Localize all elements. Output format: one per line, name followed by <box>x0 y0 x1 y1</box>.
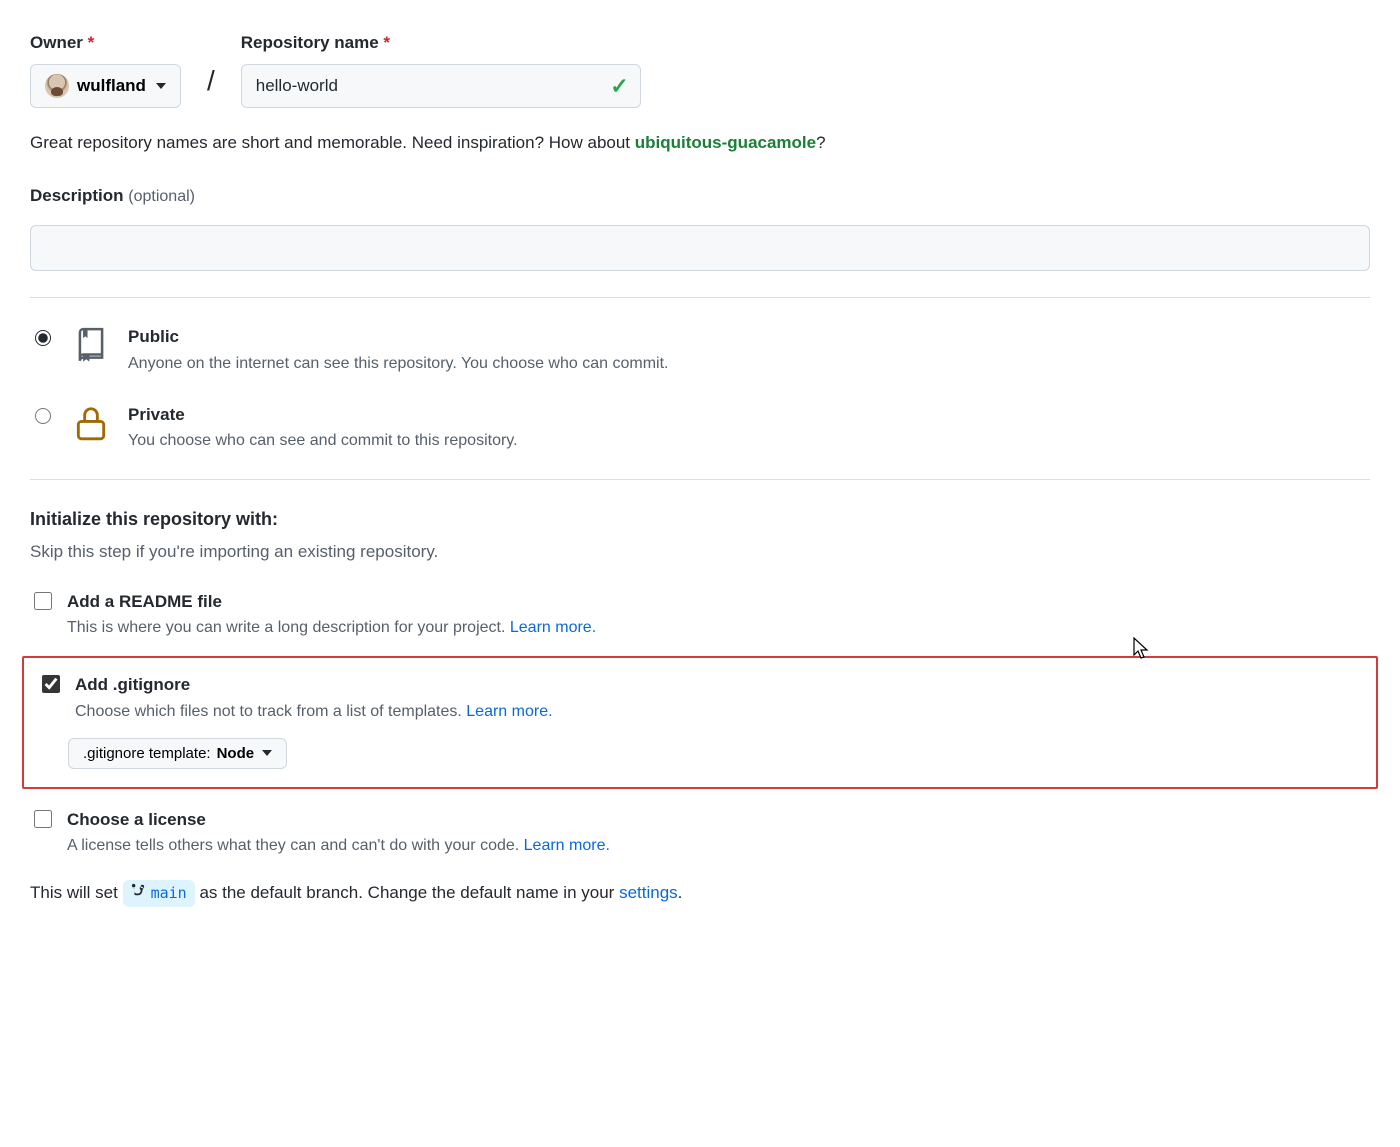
description-label: Description (optional) <box>30 183 1370 209</box>
repo-name-hint: Great repository names are short and mem… <box>30 130 1370 156</box>
settings-link[interactable]: settings <box>619 883 678 902</box>
git-branch-icon <box>131 882 145 905</box>
chevron-down-icon <box>156 83 166 89</box>
gitignore-title: Add .gitignore <box>75 672 553 698</box>
description-input[interactable] <box>30 225 1370 271</box>
gitignore-learn-more-link[interactable]: Learn more. <box>466 703 552 720</box>
gitignore-sub: Choose which files not to track from a l… <box>75 700 553 724</box>
public-title: Public <box>128 324 668 350</box>
repo-name-label: Repository name * <box>241 30 641 56</box>
readme-checkbox[interactable] <box>34 592 52 610</box>
readme-learn-more-link[interactable]: Learn more. <box>510 619 596 636</box>
avatar <box>45 74 69 98</box>
readme-title: Add a README file <box>67 589 596 615</box>
private-sub: You choose who can see and commit to thi… <box>128 429 518 453</box>
add-readme-option[interactable]: Add a README file This is where you can … <box>30 589 1370 641</box>
license-learn-more-link[interactable]: Learn more. <box>524 837 610 854</box>
visibility-private-option[interactable]: Private You choose who can see and commi… <box>30 402 1370 454</box>
choose-license-option[interactable]: Choose a license A license tells others … <box>30 807 1370 859</box>
repo-name-input[interactable] <box>241 64 641 108</box>
license-title: Choose a license <box>67 807 610 833</box>
gitignore-highlight: Add .gitignore Choose which files not to… <box>22 656 1378 789</box>
public-radio[interactable] <box>35 330 51 346</box>
slash-separator: / <box>205 60 217 108</box>
init-sub: Skip this step if you're importing an ex… <box>30 539 1370 565</box>
public-sub: Anyone on the internet can see this repo… <box>128 352 668 376</box>
license-sub: A license tells others what they can and… <box>67 834 610 858</box>
add-gitignore-option[interactable]: Add .gitignore Choose which files not to… <box>38 672 1362 724</box>
divider <box>30 297 1370 298</box>
gitignore-template-button[interactable]: .gitignore template: Node <box>68 738 287 769</box>
divider <box>30 479 1370 480</box>
lock-icon <box>72 404 110 448</box>
name-suggestion-link[interactable]: ubiquitous-guacamole <box>635 133 816 152</box>
owner-label: Owner * <box>30 30 181 56</box>
check-icon: ✓ <box>610 69 628 102</box>
owner-selected: wulfland <box>77 76 146 96</box>
init-heading: Initialize this repository with: <box>30 506 1370 533</box>
owner-select-button[interactable]: wulfland <box>30 64 181 108</box>
private-radio[interactable] <box>35 408 51 424</box>
readme-sub: This is where you can write a long descr… <box>67 616 596 640</box>
chevron-down-icon <box>262 750 272 756</box>
visibility-public-option[interactable]: Public Anyone on the internet can see th… <box>30 324 1370 376</box>
private-title: Private <box>128 402 518 428</box>
default-branch-note: This will set main as the default branch… <box>30 880 1370 907</box>
license-checkbox[interactable] <box>34 810 52 828</box>
repo-icon <box>72 326 110 370</box>
branch-badge: main <box>123 880 195 907</box>
gitignore-checkbox[interactable] <box>42 675 60 693</box>
